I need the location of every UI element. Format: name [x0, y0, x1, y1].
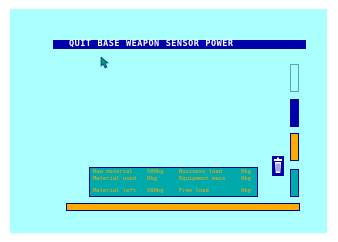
equipment-slot-1[interactable] [290, 64, 299, 92]
main-menu-bar: QUIT BASE WEAPON SENSOR POWER [53, 40, 306, 49]
material-left-value: 500kg [147, 188, 164, 194]
material-used-value: 0kg [147, 176, 157, 182]
menu-base[interactable]: BASE [97, 40, 119, 49]
menu-power[interactable]: POWER [205, 40, 233, 49]
menu-sensor[interactable]: SENSOR [166, 40, 200, 49]
business-load-label: Business load [179, 169, 223, 175]
status-panel: Raw material 500kg Business load 0kg Mat… [89, 167, 258, 197]
trash-can-icon[interactable] [272, 156, 284, 176]
material-left-label: Material left [93, 188, 137, 194]
free-load-label: Free load [179, 188, 209, 194]
bottom-status-bar [66, 203, 300, 211]
game-screen: QUIT BASE WEAPON SENSOR POWER Raw materi… [10, 9, 327, 233]
menu-quit[interactable]: QUIT [69, 40, 91, 49]
equipment-mass-value: 0kg [241, 176, 251, 182]
raw-material-label: Raw material [93, 169, 133, 175]
equipment-slot-4[interactable] [290, 169, 299, 197]
free-load-value: 0kg [241, 188, 251, 194]
arrow-cursor-icon [100, 57, 109, 69]
menu-weapon[interactable]: WEAPON [126, 40, 160, 49]
equipment-slot-3[interactable] [290, 133, 299, 161]
equipment-mass-label: Equipment mass [179, 176, 226, 182]
business-load-value: 0kg [241, 169, 251, 175]
raw-material-value: 500kg [147, 169, 164, 175]
material-used-label: Material used [93, 176, 137, 182]
equipment-slot-2[interactable] [290, 99, 299, 127]
